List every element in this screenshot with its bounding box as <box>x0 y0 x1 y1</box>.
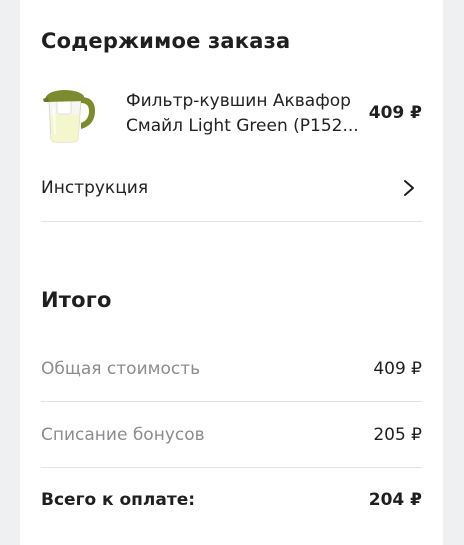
water-filter-pitcher-icon <box>43 90 95 143</box>
summary-label: Всего к оплате: <box>41 490 196 510</box>
summary-value: 409 ₽ <box>373 359 422 379</box>
summary-label: Общая стоимость <box>41 359 201 379</box>
summary-title: Итого <box>41 288 112 312</box>
product-item[interactable]: Фильтр-кувшин Аквафор Смайл Light Green … <box>41 84 422 148</box>
order-contents-title: Содержимое заказа <box>41 29 291 53</box>
product-image[interactable] <box>41 85 101 143</box>
summary-label: Списание бонусов <box>41 425 205 445</box>
summary-row-amount-due: Всего к оплате: 204 ₽ <box>41 467 422 532</box>
product-price: 409 ₽ <box>368 103 422 123</box>
summary-value: 204 ₽ <box>368 490 422 510</box>
summary-row-bonus-writeoff: Списание бонусов 205 ₽ <box>41 402 422 468</box>
chevron-right-icon <box>404 180 414 196</box>
instruction-label: Инструкция <box>41 178 149 198</box>
instruction-row[interactable]: Инструкция <box>41 165 422 222</box>
order-card: Содержимое заказа Фильтр-кувшин Аквафор … <box>20 0 443 545</box>
product-name[interactable]: Фильтр-кувшин Аквафор Смайл Light Green … <box>126 89 366 139</box>
summary-row-total-cost: Общая стоимость 409 ₽ <box>41 336 422 402</box>
summary-value: 205 ₽ <box>373 425 422 445</box>
